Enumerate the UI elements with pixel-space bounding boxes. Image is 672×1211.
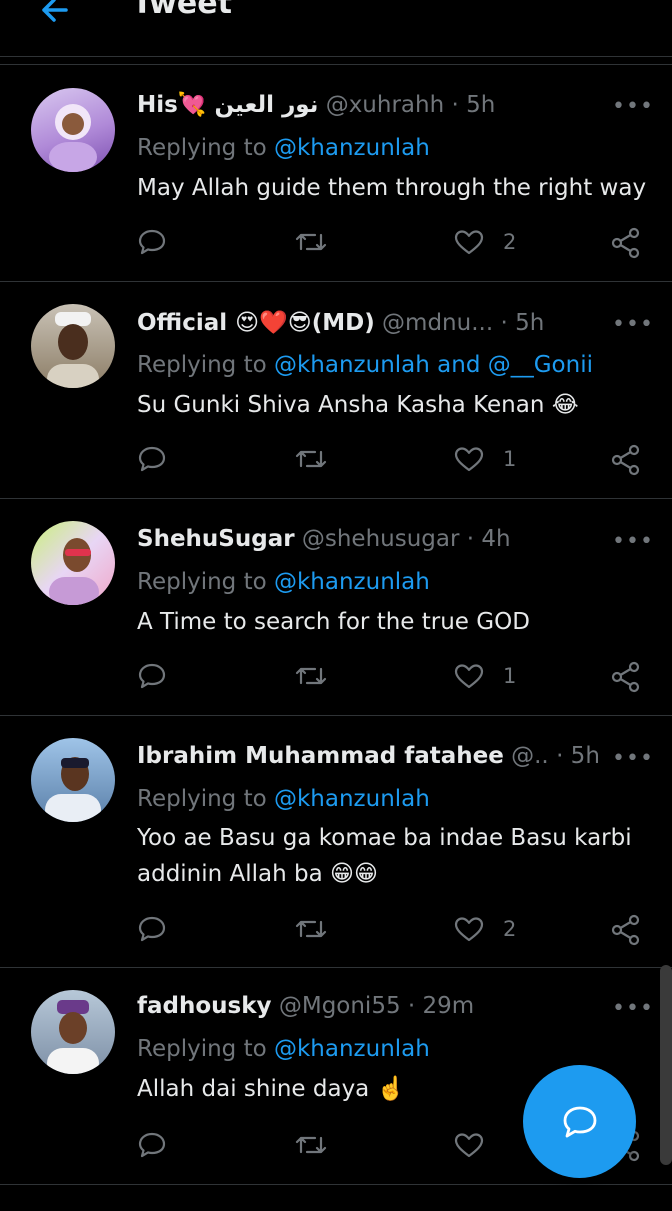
tweet-text: Su Gunki Shiva Ansha Kasha Kenan 😂 (137, 392, 579, 418)
heart-icon[interactable] (453, 661, 485, 691)
retweet-icon[interactable] (295, 661, 327, 691)
tweet-text: A Time to search for the true GOD (137, 609, 530, 635)
timestamp: · 5h (556, 743, 600, 769)
share-icon[interactable] (610, 661, 642, 693)
handle[interactable]: @xuhrahh (326, 92, 444, 118)
like-count: 2 (503, 230, 517, 254)
display-name[interactable]: ShehuSugar (137, 526, 295, 552)
reply-to-link[interactable]: @khanzunlah (274, 786, 430, 812)
more-options-icon[interactable]: ••• (612, 94, 654, 119)
compose-reply-icon (563, 1106, 597, 1138)
avatar[interactable] (31, 521, 115, 605)
replying-label: Replying to (137, 569, 267, 595)
top-bar: Tweet (0, 0, 672, 57)
comment-icon[interactable] (137, 227, 167, 257)
handle[interactable]: @.. (511, 743, 549, 769)
retweet-icon[interactable] (295, 914, 327, 944)
retweet-icon[interactable] (295, 1130, 327, 1160)
more-options-icon[interactable]: ••• (612, 746, 654, 771)
comment-icon[interactable] (137, 1130, 167, 1160)
page-title: Tweet (132, 0, 232, 21)
avatar[interactable] (31, 738, 115, 822)
compose-reply-button[interactable] (523, 1065, 636, 1178)
more-options-icon[interactable]: ••• (612, 996, 654, 1021)
tweet-header: Ibrahim Muhammad fatahee @.. · 5h (137, 743, 600, 769)
share-icon[interactable] (610, 914, 642, 946)
share-icon[interactable] (610, 444, 642, 476)
reply-tweet[interactable]: His💘 نور العين @xuhrahh · 5h ••• Replyin… (0, 64, 672, 282)
tweet-header: His💘 نور العين @xuhrahh · 5h (137, 91, 495, 118)
heart-icon[interactable] (453, 914, 485, 944)
comment-icon[interactable] (137, 661, 167, 691)
heart-icon[interactable] (453, 1130, 485, 1160)
like-count: 1 (503, 664, 517, 688)
timestamp: · 4h (466, 526, 511, 552)
share-icon[interactable] (610, 227, 642, 259)
reply-tweet[interactable]: Ibrahim Muhammad fatahee @.. · 5h ••• Re… (0, 716, 672, 968)
heart-icon[interactable] (453, 227, 485, 257)
timestamp: · 5h (451, 92, 496, 118)
handle[interactable]: @mdnu... (382, 310, 493, 336)
more-options-icon[interactable]: ••• (612, 529, 654, 554)
reply-tweet[interactable]: ShehuSugar @shehusugar · 4h ••• Replying… (0, 499, 672, 716)
timestamp: · 5h (500, 310, 545, 336)
replying-to: Replying to @khanzunlah (137, 786, 430, 812)
replying-to: Replying to @khanzunlah (137, 569, 430, 595)
tweet-header: fadhousky @Mgoni55 · 29m (137, 993, 474, 1019)
tweet-text: Yoo ae Basu ga komae ba indae Basu karbi… (137, 825, 632, 887)
comment-icon[interactable] (137, 914, 167, 944)
replying-label: Replying to (137, 352, 267, 378)
display-name[interactable]: Ibrahim Muhammad fatahee (137, 743, 504, 769)
reply-to-link[interactable]: @khanzunlah (274, 135, 430, 161)
replying-to: Replying to @khanzunlah (137, 1036, 430, 1062)
tweet-header: ShehuSugar @shehusugar · 4h (137, 526, 511, 552)
back-arrow-icon[interactable] (36, 0, 76, 28)
display-name[interactable]: fadhousky (137, 993, 272, 1019)
replying-to: Replying to @khanzunlah (137, 135, 430, 161)
replying-to: Replying to @khanzunlah and @__Gonii (137, 352, 593, 378)
replying-label: Replying to (137, 1036, 267, 1062)
avatar[interactable] (31, 304, 115, 388)
reply-tweet[interactable]: Official 😍❤️😎(MD) @mdnu... · 5h ••• Repl… (0, 282, 672, 499)
tweet-header: Official 😍❤️😎(MD) @mdnu... · 5h (137, 309, 544, 336)
like-count: 2 (503, 917, 517, 941)
more-options-icon[interactable]: ••• (612, 312, 654, 337)
timestamp: · 29m (407, 993, 475, 1019)
reply-to-link[interactable]: @khanzunlah (274, 569, 430, 595)
like-count: 1 (503, 447, 517, 471)
reply-to-link[interactable]: @khanzunlah (274, 1036, 430, 1062)
display-name[interactable]: His💘 نور العين (137, 92, 318, 118)
replying-label: Replying to (137, 786, 267, 812)
tweet-text: May Allah guide them through the right w… (137, 175, 647, 201)
heart-icon[interactable] (453, 444, 485, 474)
retweet-icon[interactable] (295, 227, 327, 257)
reply-to-link[interactable]: @khanzunlah and @__Gonii (274, 352, 593, 378)
retweet-icon[interactable] (295, 444, 327, 474)
display-name[interactable]: Official 😍❤️😎(MD) (137, 310, 375, 336)
handle[interactable]: @shehusugar (302, 526, 460, 552)
handle[interactable]: @Mgoni55 (279, 993, 401, 1019)
avatar[interactable] (31, 990, 115, 1074)
scrollbar[interactable] (660, 965, 672, 1165)
avatar[interactable] (31, 88, 115, 172)
replying-label: Replying to (137, 135, 267, 161)
comment-icon[interactable] (137, 444, 167, 474)
